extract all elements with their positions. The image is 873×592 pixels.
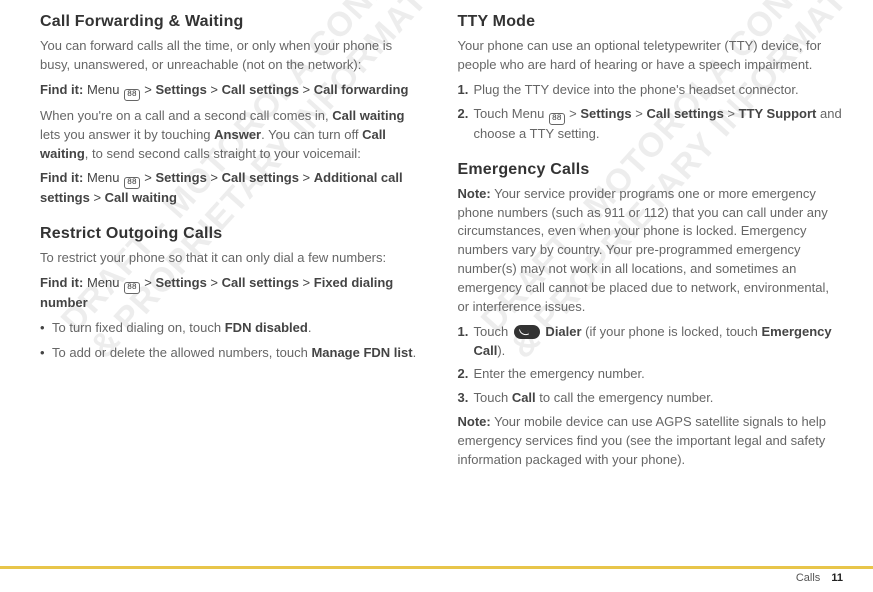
tty-step-2: 2.Touch Menu 88 > Settings > Call settin… bbox=[458, 105, 844, 144]
cf-intro: You can forward calls all the time, or o… bbox=[40, 37, 426, 75]
footer-page-number: 11 bbox=[831, 572, 843, 584]
emergency-note2: Note: Your mobile device can use AGPS sa… bbox=[458, 413, 844, 470]
bullet-manage-fdn: To add or delete the allowed numbers, to… bbox=[40, 344, 426, 363]
emergency-step-2: 2.Enter the emergency number. bbox=[458, 365, 844, 384]
menu-icon: 88 bbox=[124, 282, 140, 294]
emergency-steps: 1.Touch Dialer (if your phone is locked,… bbox=[458, 323, 844, 408]
section-call-forwarding: Call Forwarding & Waiting You can forwar… bbox=[40, 10, 426, 208]
section-tty: TTY Mode Your phone can use an optional … bbox=[458, 10, 844, 144]
menu-icon: 88 bbox=[124, 89, 140, 101]
heading-emergency: Emergency Calls bbox=[458, 158, 844, 181]
heading-restrict-outgoing: Restrict Outgoing Calls bbox=[40, 222, 426, 245]
menu-icon: 88 bbox=[549, 113, 565, 125]
emergency-step-1: 1.Touch Dialer (if your phone is locked,… bbox=[458, 323, 844, 361]
emergency-note: Note: Your service provider programs one… bbox=[458, 185, 844, 317]
page-content: Call Forwarding & Waiting You can forwar… bbox=[0, 0, 873, 560]
tty-steps: 1.Plug the TTY device into the phone's h… bbox=[458, 81, 844, 144]
bullet-fdn-disabled: To turn fixed dialing on, touch FDN disa… bbox=[40, 319, 426, 338]
restrict-intro: To restrict your phone so that it can on… bbox=[40, 249, 426, 268]
findit-call-forwarding: Find it: Menu 88 > Settings > Call setti… bbox=[40, 81, 426, 101]
tty-step-1: 1.Plug the TTY device into the phone's h… bbox=[458, 81, 844, 100]
emergency-step-3: 3.Touch Call to call the emergency numbe… bbox=[458, 389, 844, 408]
page-footer: Calls 11 bbox=[0, 566, 873, 592]
cf-waiting-desc: When you're on a call and a second call … bbox=[40, 107, 426, 164]
findit-fdn: Find it: Menu 88 > Settings > Call setti… bbox=[40, 274, 426, 313]
findit-call-waiting: Find it: Menu 88 > Settings > Call setti… bbox=[40, 169, 426, 208]
heading-tty: TTY Mode bbox=[458, 10, 844, 33]
tty-intro: Your phone can use an optional teletypew… bbox=[458, 37, 844, 75]
phone-icon bbox=[514, 325, 540, 339]
menu-icon: 88 bbox=[124, 177, 140, 189]
left-column: Call Forwarding & Waiting You can forwar… bbox=[40, 10, 426, 560]
fdn-bullets: To turn fixed dialing on, touch FDN disa… bbox=[40, 319, 426, 363]
heading-call-forwarding: Call Forwarding & Waiting bbox=[40, 10, 426, 33]
section-restrict-outgoing: Restrict Outgoing Calls To restrict your… bbox=[40, 222, 426, 363]
right-column: TTY Mode Your phone can use an optional … bbox=[458, 10, 844, 560]
section-emergency: Emergency Calls Note: Your service provi… bbox=[458, 158, 844, 470]
footer-section: Calls bbox=[796, 572, 820, 584]
